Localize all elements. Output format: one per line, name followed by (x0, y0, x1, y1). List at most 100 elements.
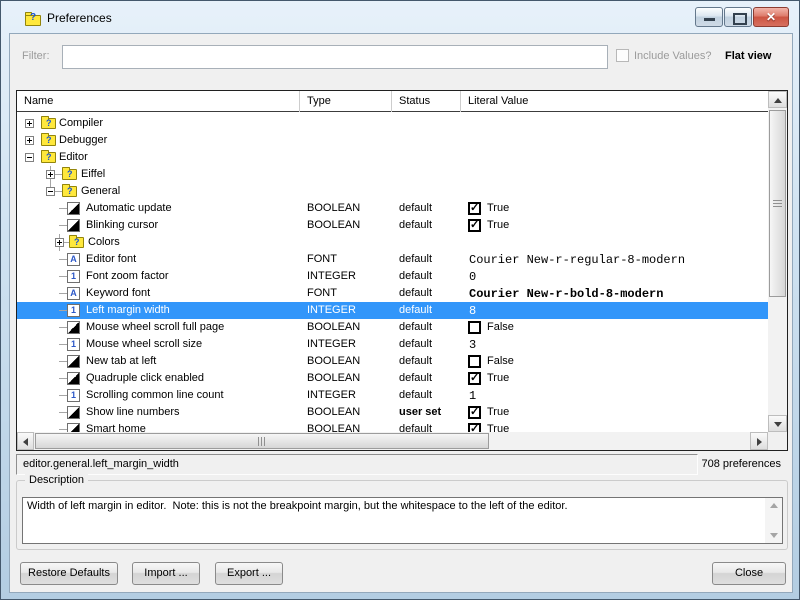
table-row[interactable]: 1Left margin widthINTEGERdefault8 (17, 302, 768, 319)
folder-icon: ? (41, 118, 56, 129)
value-checkbox[interactable] (468, 321, 481, 334)
preference-value: True (487, 202, 509, 214)
flat-view-toggle[interactable]: Flat view (725, 50, 771, 62)
table-row[interactable]: Mouse wheel scroll full pageBOOLEANdefau… (17, 319, 768, 336)
value-checkbox[interactable] (468, 355, 481, 368)
table-row[interactable]: ?Debugger (17, 132, 768, 149)
filter-label: Filter: (22, 50, 50, 62)
column-header-name[interactable]: Name (24, 95, 53, 107)
horizontal-scroll-thumb[interactable] (35, 433, 489, 449)
close-window-button[interactable] (753, 7, 789, 27)
collapse-icon[interactable] (25, 153, 34, 162)
preference-name-label: Mouse wheel scroll size (86, 338, 202, 350)
scroll-right-button[interactable] (750, 432, 768, 450)
tree-line (59, 344, 67, 345)
table-row[interactable]: 1Scrolling common line countINTEGERdefau… (17, 387, 768, 404)
preference-status: default (399, 219, 432, 231)
preference-category-label: Editor (59, 151, 88, 163)
table-row[interactable]: ?Compiler (17, 115, 768, 132)
minimize-button[interactable] (695, 7, 723, 27)
column-header-status[interactable]: Status (399, 95, 430, 107)
description-scroll-up-icon[interactable] (770, 503, 778, 508)
table-row[interactable]: 1Font zoom factorINTEGERdefault0 (17, 268, 768, 285)
preference-status: user set (399, 406, 441, 418)
value-checkbox[interactable] (468, 372, 481, 385)
preference-status: default (399, 423, 432, 432)
value-checkbox[interactable] (468, 219, 481, 232)
horizontal-scrollbar[interactable] (17, 432, 768, 450)
vertical-scrollbar[interactable] (768, 91, 787, 432)
titlebar[interactable]: ? Preferences (1, 1, 799, 33)
preference-value: True (487, 372, 509, 384)
expand-icon[interactable] (46, 170, 55, 179)
window-title: Preferences (47, 11, 112, 25)
tree-line (59, 429, 67, 430)
preference-count: 708 preferences (702, 458, 782, 470)
preference-type: BOOLEAN (307, 423, 360, 432)
folder-icon: ? (41, 135, 56, 146)
vertical-scroll-thumb[interactable] (769, 110, 786, 297)
value-checkbox[interactable] (468, 202, 481, 215)
collapse-icon[interactable] (46, 187, 55, 196)
tree-line (59, 208, 67, 209)
folder-icon: ? (69, 237, 84, 248)
preference-category-label: General (81, 185, 120, 197)
grid-header[interactable]: Name Type Status Literal Value (17, 91, 768, 112)
scroll-left-button[interactable] (17, 432, 34, 450)
preference-value: 1 (469, 389, 476, 403)
preference-type: INTEGER (307, 270, 356, 282)
table-row[interactable]: ?General (17, 183, 768, 200)
include-values-checkbox[interactable] (616, 49, 629, 62)
preference-name-label: Keyword font (86, 287, 150, 299)
table-row[interactable]: ?Editor (17, 149, 768, 166)
preference-value: True (487, 219, 509, 231)
boolean-type-icon (67, 219, 80, 232)
table-row[interactable]: AEditor fontFONTdefaultCourier New-r-reg… (17, 251, 768, 268)
preference-name-label: Mouse wheel scroll full page (86, 321, 224, 333)
folder-icon: ? (62, 169, 77, 180)
table-row[interactable]: Smart homeBOOLEANdefaultTrue (17, 421, 768, 432)
close-button[interactable]: Close (712, 562, 786, 585)
value-checkbox[interactable] (468, 423, 481, 432)
column-divider[interactable] (460, 91, 461, 112)
preference-type: BOOLEAN (307, 202, 360, 214)
value-checkbox[interactable] (468, 406, 481, 419)
tree-line (59, 310, 67, 311)
import-button[interactable]: Import ... (132, 562, 200, 585)
preference-value: 3 (469, 338, 476, 352)
preference-type: BOOLEAN (307, 355, 360, 367)
scroll-up-button[interactable] (768, 91, 787, 108)
export-button[interactable]: Export ... (215, 562, 283, 585)
description-scroll-down-icon[interactable] (770, 533, 778, 538)
folder-icon: ? (41, 152, 56, 163)
preference-type: BOOLEAN (307, 372, 360, 384)
expand-icon[interactable] (25, 119, 34, 128)
preference-name-label: Show line numbers (86, 406, 180, 418)
preferences-window: ? Preferences Filter: Include Values? Fl… (0, 0, 800, 600)
filter-input[interactable] (62, 45, 608, 69)
preference-status: default (399, 338, 432, 350)
expand-icon[interactable] (55, 238, 64, 247)
description-box[interactable]: Width of left margin in editor. Note: th… (22, 497, 783, 544)
table-row[interactable]: Show line numbersBOOLEANuser setTrue (17, 404, 768, 421)
description-scrollbar[interactable] (765, 498, 782, 543)
restore-defaults-button[interactable]: Restore Defaults (20, 562, 118, 585)
preference-name-label: Automatic update (86, 202, 172, 214)
table-row[interactable]: Blinking cursorBOOLEANdefaultTrue (17, 217, 768, 234)
column-header-type[interactable]: Type (307, 95, 331, 107)
column-divider[interactable] (299, 91, 300, 112)
table-row[interactable]: 1Mouse wheel scroll sizeINTEGERdefault3 (17, 336, 768, 353)
table-row[interactable]: AKeyword fontFONTdefaultCourier New-r-bo… (17, 285, 768, 302)
column-header-literal-value[interactable]: Literal Value (468, 95, 528, 107)
maximize-button[interactable] (724, 7, 752, 27)
table-row[interactable]: Automatic updateBOOLEANdefaultTrue (17, 200, 768, 217)
preference-category-label: Debugger (59, 134, 107, 146)
table-row[interactable]: Quadruple click enabledBOOLEANdefaultTru… (17, 370, 768, 387)
column-divider[interactable] (391, 91, 392, 112)
scroll-down-button[interactable] (768, 415, 787, 432)
table-row[interactable]: ?Eiffel (17, 166, 768, 183)
boolean-type-icon (67, 355, 80, 368)
expand-icon[interactable] (25, 136, 34, 145)
table-row[interactable]: ?Colors (17, 234, 768, 251)
table-row[interactable]: New tab at leftBOOLEANdefaultFalse (17, 353, 768, 370)
